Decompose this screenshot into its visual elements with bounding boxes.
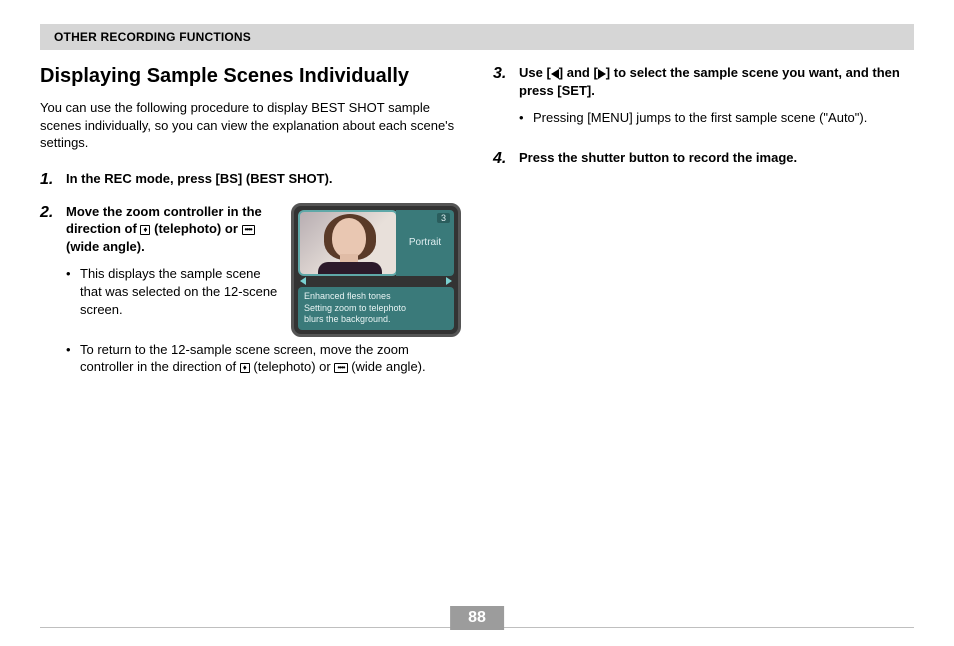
section-header-text: OTHER RECORDING FUNCTIONS: [54, 30, 251, 44]
step-4: 4. Press the shutter button to record th…: [493, 149, 914, 168]
triangle-right-icon: [598, 69, 606, 79]
step2-text-post: (wide angle).: [66, 239, 145, 254]
wide-angle-icon: ••••: [334, 363, 347, 373]
b2-mid: (telephoto) or: [253, 359, 334, 374]
preview-nav-left-icon: [300, 277, 306, 285]
bullet-dot: •: [66, 341, 80, 376]
step-2-title: Move the zoom controller in the directio…: [66, 203, 281, 256]
wide-angle-icon: ••••: [242, 225, 255, 235]
s3-mid: ] and [: [559, 65, 598, 80]
step-3: 3. Use [] and [] to select the sample sc…: [493, 64, 914, 135]
step-2-bullet-2: • To return to the 12-sample scene scree…: [66, 341, 461, 376]
step-number: 2.: [40, 203, 66, 384]
bullet-dot: •: [66, 265, 80, 318]
left-column: Displaying Sample Scenes Individually Yo…: [40, 64, 461, 398]
step-number: 4.: [493, 149, 519, 168]
step-number: 1.: [40, 170, 66, 189]
content-columns: Displaying Sample Scenes Individually Yo…: [40, 64, 914, 398]
preview-photo: [298, 210, 398, 276]
page: OTHER RECORDING FUNCTIONS Displaying Sam…: [0, 0, 954, 646]
preview-side-panel: 3 Portrait: [396, 210, 454, 276]
preview-index: 3: [437, 213, 450, 223]
section-header-bar: OTHER RECORDING FUNCTIONS: [40, 24, 914, 50]
step-number: 3.: [493, 64, 519, 135]
triangle-left-icon: [551, 69, 559, 79]
step-1-title: In the REC mode, press [BS] (BEST SHOT).: [66, 170, 461, 188]
telephoto-icon: ♦: [140, 225, 150, 235]
step-2: 2. Move the zoom controller in the direc…: [40, 203, 461, 384]
page-title: Displaying Sample Scenes Individually: [40, 64, 461, 89]
b2-post: (wide angle).: [351, 359, 425, 374]
preview-nav-right-icon: [446, 277, 452, 285]
preview-label: Portrait: [409, 237, 441, 248]
preview-nav: [298, 277, 454, 285]
bullet-text: This displays the sample scene that was …: [80, 265, 281, 318]
step-3-bullet-1: • Pressing [MENU] jumps to the first sam…: [519, 109, 914, 127]
sample-scene-preview: 3 Portrait Enhanced flesh tones: [291, 203, 461, 337]
bullet-dot: •: [519, 109, 533, 127]
step-1: 1. In the REC mode, press [BS] (BEST SHO…: [40, 170, 461, 189]
bullet-text: Pressing [MENU] jumps to the first sampl…: [533, 109, 914, 127]
telephoto-icon: ♦: [240, 363, 250, 373]
step-4-title: Press the shutter button to record the i…: [519, 149, 914, 167]
page-number: 88: [450, 606, 504, 630]
page-footer: 88: [40, 627, 914, 628]
preview-desc-line: blurs the background.: [304, 314, 448, 326]
intro-paragraph: You can use the following procedure to d…: [40, 99, 461, 152]
preview-desc-line: Setting zoom to telephoto: [304, 303, 448, 315]
preview-frame: 3 Portrait Enhanced flesh tones: [291, 203, 461, 337]
step-3-title: Use [] and [] to select the sample scene…: [519, 64, 914, 99]
preview-desc-line: Enhanced flesh tones: [304, 291, 448, 303]
s3-pre: Use [: [519, 65, 551, 80]
preview-description: Enhanced flesh tones Setting zoom to tel…: [298, 287, 454, 330]
right-column: 3. Use [] and [] to select the sample sc…: [493, 64, 914, 398]
bullet-text: To return to the 12-sample scene screen,…: [80, 341, 461, 376]
step2-text-mid: (telephoto) or: [154, 221, 241, 236]
step-2-bullet-1: • This displays the sample scene that wa…: [66, 265, 281, 318]
